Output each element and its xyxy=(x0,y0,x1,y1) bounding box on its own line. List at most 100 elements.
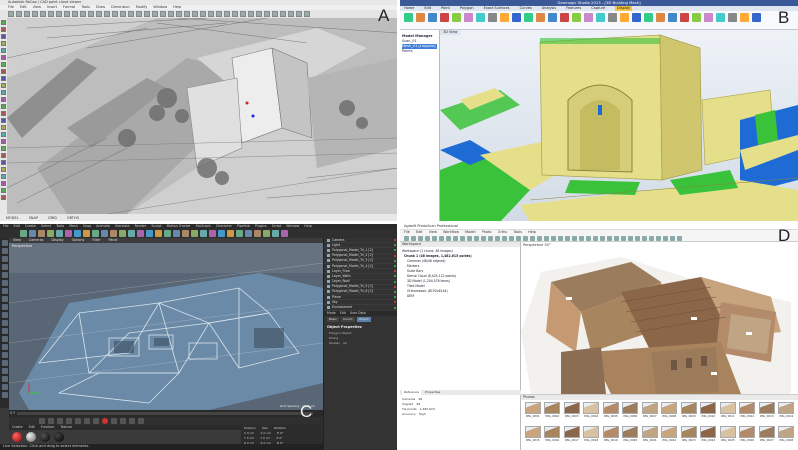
tool-icon[interactable] xyxy=(128,230,135,237)
tool-icon[interactable] xyxy=(40,11,46,17)
tool-icon[interactable] xyxy=(48,11,54,17)
property-value[interactable]: On xyxy=(343,341,347,346)
tool-icon[interactable] xyxy=(112,11,118,17)
tool-icon[interactable] xyxy=(565,236,570,241)
tool-icon[interactable] xyxy=(1,392,8,398)
ribbon-button-icon[interactable] xyxy=(728,13,737,22)
tool-icon[interactable] xyxy=(224,11,230,17)
attribute-menu-item[interactable]: Edit xyxy=(340,311,346,316)
tool-icon[interactable] xyxy=(1,69,6,74)
tool-icon[interactable] xyxy=(208,11,214,17)
ribbon-button-icon[interactable] xyxy=(488,13,497,22)
material-swatch[interactable] xyxy=(26,432,36,442)
tool-icon[interactable] xyxy=(192,11,198,17)
tool-icon[interactable] xyxy=(1,174,6,179)
tool-icon[interactable] xyxy=(264,11,270,17)
tool-icon[interactable] xyxy=(1,139,6,144)
tool-icon[interactable] xyxy=(120,11,126,17)
ribbon-button-icon[interactable] xyxy=(536,13,545,22)
ribbon-button-icon[interactable] xyxy=(500,13,509,22)
tool-icon[interactable] xyxy=(240,11,246,17)
tool-icon[interactable] xyxy=(474,236,479,241)
tool-icon[interactable] xyxy=(586,236,591,241)
status-toggle[interactable]: GRID xyxy=(48,216,57,221)
tool-icon[interactable] xyxy=(144,11,150,17)
tool-icon[interactable] xyxy=(1,118,6,123)
ribbon-button-icon[interactable] xyxy=(752,13,761,22)
tool-icon[interactable] xyxy=(530,236,535,241)
tool-icon[interactable] xyxy=(20,230,27,237)
tool-icon[interactable] xyxy=(1,34,6,39)
tool-icon[interactable] xyxy=(1,20,6,25)
tool-icon[interactable] xyxy=(200,230,207,237)
tool-icon[interactable] xyxy=(184,11,190,17)
tool-icon[interactable] xyxy=(425,236,430,241)
photo-thumbnail[interactable]: IMG_0009 xyxy=(680,402,698,424)
tool-icon[interactable] xyxy=(600,236,605,241)
tool-icon[interactable] xyxy=(1,272,8,278)
tool-icon[interactable] xyxy=(467,236,472,241)
visibility-icon[interactable] xyxy=(394,254,396,257)
visibility-icon[interactable] xyxy=(394,275,396,278)
tool-icon[interactable] xyxy=(288,11,294,17)
tool-icon[interactable] xyxy=(558,236,563,241)
photo-thumbnail[interactable]: IMG_0015 xyxy=(524,426,542,448)
tool-icon[interactable] xyxy=(628,236,633,241)
textured-model[interactable] xyxy=(521,242,798,394)
transport-button[interactable] xyxy=(120,418,126,424)
attribute-tab[interactable]: Object xyxy=(356,316,371,322)
photo-thumbnail[interactable]: IMG_0018 xyxy=(583,426,601,448)
tool-icon[interactable] xyxy=(191,230,198,237)
tool-icon[interactable] xyxy=(1,352,8,358)
tool-icon[interactable] xyxy=(1,288,8,294)
ribbon-button-icon[interactable] xyxy=(668,13,677,22)
ribbon-button-icon[interactable] xyxy=(416,13,425,22)
tool-icon[interactable] xyxy=(200,11,206,17)
visibility-icon[interactable] xyxy=(394,306,396,309)
tool-icon[interactable] xyxy=(72,11,78,17)
tool-icon[interactable] xyxy=(481,236,486,241)
visibility-icon[interactable] xyxy=(394,249,396,252)
ribbon-button-icon[interactable] xyxy=(452,13,461,22)
tool-icon[interactable] xyxy=(488,236,493,241)
tool-icon[interactable] xyxy=(1,195,6,200)
tool-icon[interactable] xyxy=(614,236,619,241)
visibility-icon[interactable] xyxy=(394,265,396,268)
tool-icon[interactable] xyxy=(164,230,171,237)
tool-icon[interactable] xyxy=(635,236,640,241)
tool-icon[interactable] xyxy=(272,11,278,17)
photo-thumbnail[interactable]: IMG_0005 xyxy=(602,402,620,424)
tool-icon[interactable] xyxy=(1,312,8,318)
tool-icon[interactable] xyxy=(460,236,465,241)
tool-icon[interactable] xyxy=(96,11,102,17)
ribbon-button-icon[interactable] xyxy=(572,13,581,22)
tool-icon[interactable] xyxy=(1,90,6,95)
photo-thumbnail[interactable]: IMG_0007 xyxy=(641,402,659,424)
tool-icon[interactable] xyxy=(670,236,675,241)
tool-icon[interactable] xyxy=(1,376,8,382)
tree-item[interactable]: DEM xyxy=(402,294,518,299)
photo-thumbnail[interactable]: IMG_0017 xyxy=(563,426,581,448)
tool-icon[interactable] xyxy=(537,236,542,241)
model-view[interactable]: Perspective 30° xyxy=(521,242,798,394)
transport-button[interactable] xyxy=(66,418,72,424)
photo-thumbnail[interactable]: IMG_0008 xyxy=(661,402,679,424)
ribbon-button-icon[interactable] xyxy=(656,13,665,22)
tool-icon[interactable] xyxy=(1,132,6,137)
transport-button[interactable] xyxy=(48,418,54,424)
tool-icon[interactable] xyxy=(254,230,261,237)
attribute-tab[interactable]: Coord. xyxy=(340,316,355,322)
tool-icon[interactable] xyxy=(502,236,507,241)
attribute-tab[interactable]: Basic xyxy=(327,316,339,322)
tool-icon[interactable] xyxy=(227,230,234,237)
tool-icon[interactable] xyxy=(1,27,6,32)
tool-icon[interactable] xyxy=(83,230,90,237)
ribbon-button-icon[interactable] xyxy=(608,13,617,22)
tool-icon[interactable] xyxy=(1,240,8,246)
tool-icon[interactable] xyxy=(155,230,162,237)
transport-button[interactable] xyxy=(138,418,144,424)
photo-thumbnail[interactable]: IMG_0021 xyxy=(641,426,659,448)
tool-icon[interactable] xyxy=(216,11,222,17)
tool-icon[interactable] xyxy=(572,236,577,241)
tool-icon[interactable] xyxy=(1,188,6,193)
